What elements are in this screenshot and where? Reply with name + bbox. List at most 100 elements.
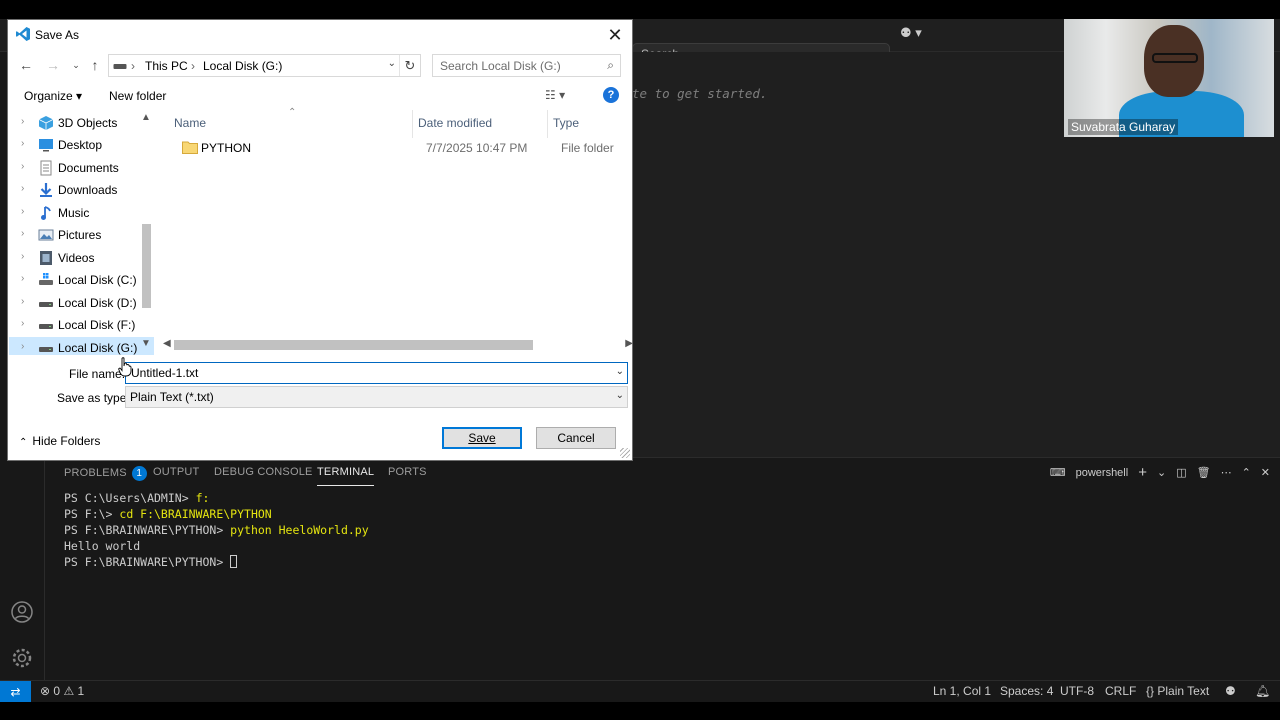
tree-item-videos[interactable]: › Videos <box>9 247 154 269</box>
tree-item-local-disk-c[interactable]: › Local Disk (C:) <box>9 269 154 291</box>
mouse-pointer-hand-icon <box>118 357 132 377</box>
cursor-position[interactable]: Ln 1, Col 1 <box>933 684 991 698</box>
terminal-name[interactable]: powershell <box>1076 467 1129 479</box>
expand-arrow-icon[interactable]: › <box>21 273 24 284</box>
navigation-bar: ← → ⌄ ↑ › This PC › Local Disk (G:) ⌄ ↻ … <box>8 52 632 80</box>
navigation-pane-scrollbar[interactable]: ▲ ▼ <box>139 112 153 355</box>
expand-arrow-icon[interactable]: › <box>21 161 24 172</box>
view-options-icon[interactable]: ☷ ▾ <box>545 88 565 102</box>
column-header-name[interactable]: Name <box>174 116 206 130</box>
tab-debug-console[interactable]: DEBUG CONSOLE <box>214 466 313 478</box>
expand-arrow-icon[interactable]: › <box>21 183 24 194</box>
expand-arrow-icon[interactable]: › <box>21 251 24 262</box>
language-mode[interactable]: {} Plain Text <box>1146 684 1209 698</box>
editor-hint-text: te to get started. <box>632 86 768 101</box>
tree-item-pictures[interactable]: › Pictures <box>9 224 154 246</box>
expand-arrow-icon[interactable]: › <box>21 296 24 307</box>
scrollbar-thumb[interactable] <box>174 340 533 350</box>
expand-arrow-icon[interactable]: › <box>21 341 24 352</box>
scroll-right-icon[interactable]: ▶ <box>625 338 633 349</box>
expand-arrow-icon[interactable]: › <box>21 206 24 217</box>
expand-arrow-icon[interactable]: › <box>21 116 24 127</box>
chevron-down-icon[interactable]: ⌄ <box>616 390 624 401</box>
terminal-shell-icon: ⌨ <box>1049 467 1066 479</box>
tree-item-local-disk-g[interactable]: › Local Disk (G:) <box>9 337 154 355</box>
tab-terminal[interactable]: TERMINAL <box>317 466 375 486</box>
scroll-left-icon[interactable]: ◀ <box>163 338 171 349</box>
column-divider[interactable] <box>547 110 548 138</box>
problems-status[interactable]: ⊗ 0 ⚠ 1 <box>40 684 84 698</box>
new-terminal-icon[interactable]: + <box>1138 464 1147 481</box>
copilot-icon[interactable]: ⚉ ▾ <box>900 25 922 41</box>
cancel-button[interactable]: Cancel <box>536 427 616 449</box>
notifications-bell-icon[interactable]: 🔔︎ <box>1255 684 1270 698</box>
scrollbar-thumb[interactable] <box>142 224 151 308</box>
indentation[interactable]: Spaces: 4 <box>1000 684 1053 698</box>
tree-item-3d-objects[interactable]: › 3D Objects <box>9 112 154 134</box>
more-actions-icon[interactable]: ⋯ <box>1221 466 1232 479</box>
tree-item-documents[interactable]: › Documents <box>9 157 154 179</box>
encoding[interactable]: UTF-8 <box>1060 684 1094 698</box>
search-placeholder: Search Local Disk (G:) <box>440 59 561 73</box>
system-drive-icon <box>39 273 53 285</box>
tree-item-local-disk-d[interactable]: › Local Disk (D:) <box>9 292 154 314</box>
tab-output[interactable]: OUTPUT <box>153 466 199 478</box>
forward-arrow-icon[interactable]: → <box>44 56 62 74</box>
chevron-down-icon[interactable]: ⌄ <box>388 58 396 69</box>
split-terminal-icon[interactable]: ◫ <box>1176 466 1186 479</box>
file-row[interactable]: PYTHON 7/7/2025 10:47 PM File folder <box>160 138 620 160</box>
refresh-icon[interactable]: ↻ <box>399 55 420 76</box>
back-arrow-icon[interactable]: ← <box>17 56 35 74</box>
expand-arrow-icon[interactable]: › <box>21 228 24 239</box>
close-icon[interactable]: ✕ <box>604 24 626 46</box>
address-bar[interactable]: › This PC › Local Disk (G:) ⌄ ↻ <box>108 54 421 77</box>
new-folder-button[interactable]: New folder <box>109 89 166 103</box>
tab-problems[interactable]: PROBLEMS 1 <box>64 466 147 481</box>
terminal-output-text: Hello world <box>64 539 141 553</box>
resize-grip[interactable] <box>620 448 630 458</box>
column-header-date-modified[interactable]: Date modified <box>418 116 492 130</box>
sort-ascending-icon: ⌃ <box>288 107 297 118</box>
scroll-down-icon[interactable]: ▼ <box>141 338 151 349</box>
breadcrumb-current[interactable]: Local Disk (G:) <box>203 59 282 73</box>
column-divider[interactable] <box>412 110 413 138</box>
chevron-down-icon[interactable]: ⌄ <box>616 366 624 377</box>
maximize-panel-icon[interactable]: ⌃ <box>1242 466 1251 479</box>
tree-item-music[interactable]: › Music <box>9 202 154 224</box>
hide-folders-button[interactable]: ⌃ Hide Folders <box>19 434 100 448</box>
tree-item-desktop[interactable]: › Desktop <box>9 134 154 156</box>
recent-locations-chevron-icon[interactable]: ⌄ <box>67 56 85 74</box>
expand-arrow-icon[interactable]: › <box>21 138 24 149</box>
save-button[interactable]: Save <box>442 427 522 449</box>
save-as-type-select[interactable]: Plain Text (*.txt) ⌄ <box>125 386 628 408</box>
file-name-input[interactable]: Untitled-1.txt ⌄ <box>125 362 628 384</box>
column-header-type[interactable]: Type <box>553 116 579 130</box>
vscode-logo-icon <box>16 27 30 41</box>
terminal-line: PS F:\> cd F:\BRAINWARE\PYTHON <box>64 506 369 522</box>
error-count: 0 <box>53 684 61 698</box>
file-list-horizontal-scrollbar[interactable]: ◀ ▶ <box>160 336 633 352</box>
tree-item-downloads[interactable]: › Downloads <box>9 179 154 201</box>
organize-button[interactable]: Organize ▾ <box>24 89 82 103</box>
trash-icon[interactable]: 🗑 <box>1197 466 1211 479</box>
file-name-value: Untitled-1.txt <box>131 366 199 380</box>
search-input[interactable]: Search Local Disk (G:) ⌕ <box>432 54 621 77</box>
terminal-output[interactable]: PS C:\Users\ADMIN> f: PS F:\> cd F:\BRAIN… <box>64 490 369 570</box>
up-arrow-icon[interactable]: ↑ <box>86 56 104 74</box>
tree-item-label: Pictures <box>58 228 102 242</box>
end-of-line[interactable]: CRLF <box>1105 684 1136 698</box>
tab-ports[interactable]: PORTS <box>388 466 427 478</box>
copilot-status-icon[interactable]: ⚉ <box>1225 684 1236 698</box>
breadcrumb-this-pc[interactable]: This PC <box>145 59 188 73</box>
scroll-up-icon[interactable]: ▲ <box>141 112 151 123</box>
tree-item-local-disk-f[interactable]: › Local Disk (F:) <box>9 314 154 336</box>
expand-arrow-icon[interactable]: › <box>21 318 24 329</box>
dialog-titlebar[interactable]: Save As ✕ <box>8 20 632 50</box>
chevron-down-icon[interactable]: ⌄ <box>1157 466 1166 479</box>
settings-gear-icon[interactable] <box>10 646 34 670</box>
remote-indicator-icon[interactable]: ⇄ <box>0 681 31 702</box>
help-icon[interactable]: ? <box>603 87 619 103</box>
close-panel-icon[interactable]: ✕ <box>1261 466 1270 479</box>
accounts-icon[interactable] <box>10 600 34 624</box>
terminal-line: PS C:\Users\ADMIN> f: <box>64 490 369 506</box>
